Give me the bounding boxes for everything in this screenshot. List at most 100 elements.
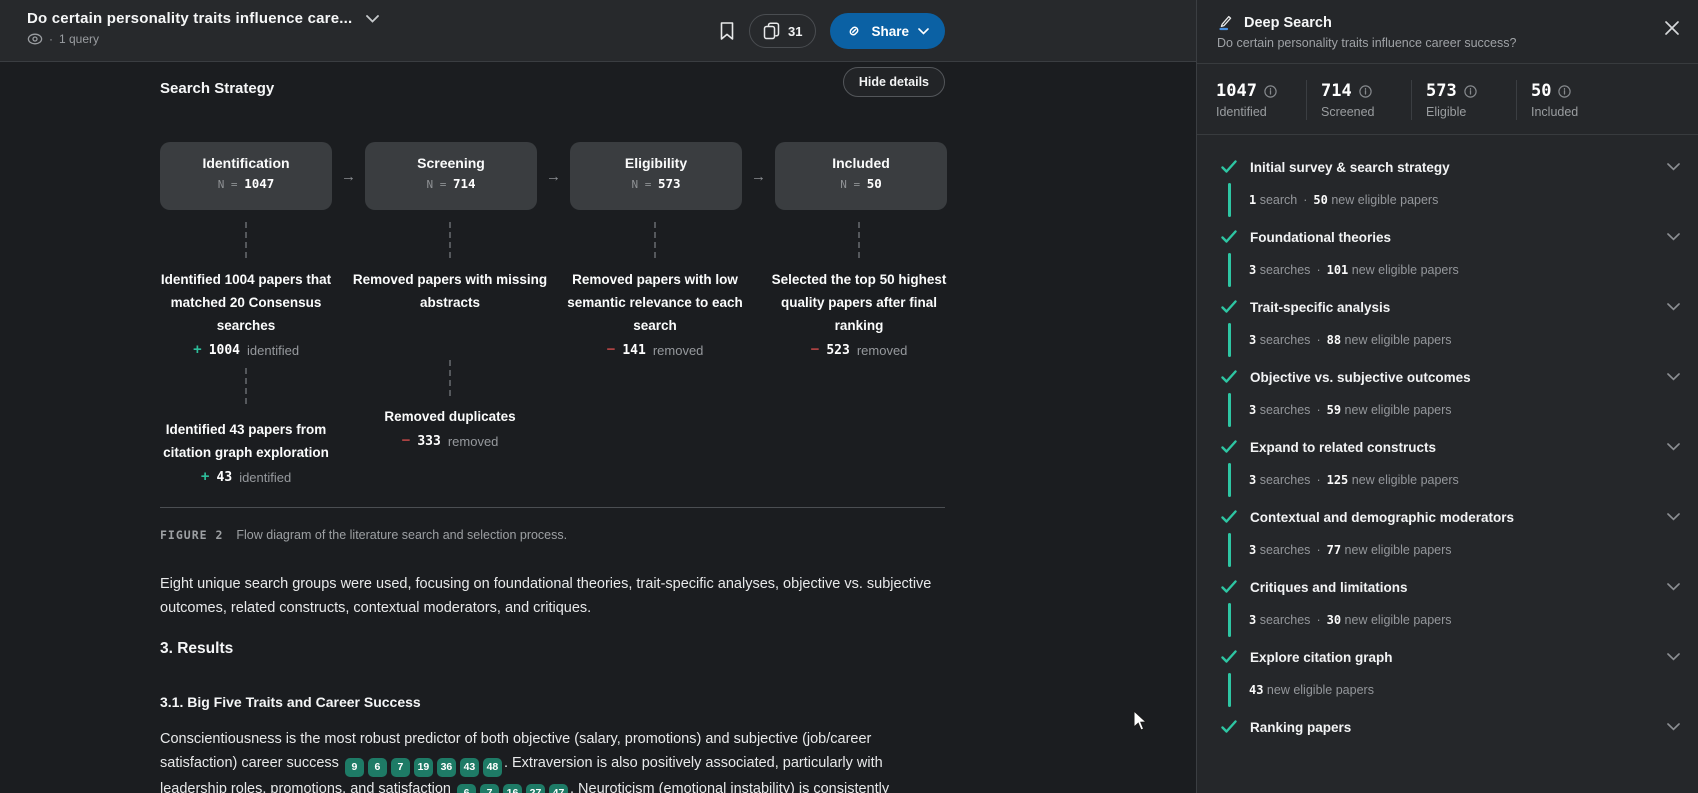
citation-badge[interactable]: 16 — [503, 784, 522, 793]
thread-title-dropdown[interactable]: Do certain personality traits influence … — [27, 10, 380, 27]
citation-badge[interactable]: 27 — [526, 784, 545, 793]
note-count: 43 — [216, 469, 233, 485]
prisma-flow-diagram: Identification N = 1047 → Screening N = … — [160, 142, 947, 210]
search-steps-list: Initial survey & search strategy 1 search… — [1197, 135, 1698, 737]
hide-details-button[interactable]: Hide details — [842, 67, 945, 97]
citation-badge[interactable]: 43 — [459, 758, 479, 777]
citation-badge[interactable]: 47 — [549, 784, 568, 793]
citation-badge[interactable]: 9 — [344, 758, 364, 777]
note-suffix: removed — [447, 433, 499, 449]
step-summary: 1 search · 50 new eligible papers — [1249, 193, 1439, 207]
dashed-connector — [449, 222, 451, 258]
info-icon[interactable] — [1359, 84, 1372, 98]
results-heading: 3. Results — [160, 640, 234, 657]
stage-n: 50 — [866, 176, 882, 191]
stat-label: Screened — [1321, 105, 1375, 119]
step-header[interactable]: Ranking papers — [1221, 717, 1680, 737]
step-summary: 3 searches · 59 new eligible papers — [1249, 403, 1452, 417]
stage-n: 573 — [657, 176, 681, 191]
deep-search-query: Do certain personality traits influence … — [1217, 36, 1517, 50]
citation-badge[interactable]: 7 — [390, 758, 410, 777]
stat-eligible: 573 Eligible — [1426, 81, 1512, 119]
report-document: Search Strategy Hide details Identificat… — [0, 62, 1196, 793]
figure-divider — [160, 507, 945, 508]
subsection-heading: 3.1. Big Five Traits and Career Success — [160, 694, 421, 710]
dashed-connector — [449, 360, 451, 396]
dashed-connector — [654, 222, 656, 258]
deep-search-header: Deep Search Do certain personality trait… — [1197, 0, 1698, 64]
n-prefix: N = — [840, 178, 861, 191]
stat-identified: 1047 Identified — [1216, 81, 1302, 119]
timeline-bar — [1228, 673, 1231, 707]
note-count: 523 — [826, 342, 850, 358]
flow-note-semantic-relevance: Removed papers with low semantic relevan… — [557, 268, 753, 359]
step-header[interactable]: Critiques and limitations — [1221, 577, 1680, 597]
step-header[interactable]: Contextual and demographic moderators — [1221, 507, 1680, 527]
timeline-bar — [1228, 463, 1231, 497]
step-title: Initial survey & search strategy — [1250, 159, 1450, 175]
chevron-down-icon[interactable] — [1667, 303, 1680, 311]
dashed-connector — [245, 222, 247, 258]
step-title: Foundational theories — [1250, 229, 1392, 245]
methods-paragraph: Eight unique search groups were used, fo… — [160, 576, 932, 616]
dashed-connector — [245, 368, 247, 404]
info-icon[interactable] — [1558, 84, 1572, 98]
chevron-down-icon[interactable] — [1667, 163, 1680, 171]
stat-included: 50 Included — [1531, 81, 1617, 119]
main-header: Do certain personality traits influence … — [0, 0, 1196, 62]
bookmark-button[interactable] — [719, 21, 735, 41]
stat-value: 714 — [1321, 81, 1352, 101]
chevron-down-icon[interactable] — [1667, 233, 1680, 241]
step-header[interactable]: Trait-specific analysis — [1221, 297, 1680, 317]
citation-badge[interactable]: 36 — [436, 758, 456, 777]
info-icon[interactable] — [1464, 84, 1477, 98]
n-prefix: N = — [631, 178, 652, 191]
step-detail: 1 search · 50 new eligible papers — [1228, 183, 1680, 217]
timeline-bar — [1228, 603, 1231, 637]
citation-badge[interactable]: 6 — [457, 784, 476, 793]
flow-note-missing-abstracts: Removed papers with missing abstracts — [352, 268, 548, 314]
info-icon[interactable] — [1264, 84, 1277, 98]
chevron-down-icon[interactable] — [1667, 653, 1680, 661]
query-count: · 1 query — [27, 32, 379, 46]
bookmark-icon — [720, 22, 734, 40]
close-icon — [1665, 21, 1679, 35]
figure-label: FIGURE 2 — [160, 528, 224, 542]
citation-badge[interactable]: 19 — [413, 758, 433, 777]
step-header[interactable]: Objective vs. subjective outcomes — [1221, 367, 1680, 387]
chevron-down-icon[interactable] — [1667, 723, 1680, 731]
dot-separator: · — [49, 32, 53, 46]
citation-badge[interactable]: 6 — [367, 758, 387, 777]
search-step-item: Explore citation graph 43 new eligible pa… — [1221, 647, 1680, 707]
step-header[interactable]: Foundational theories — [1221, 227, 1680, 247]
search-step-item: Trait-specific analysis 3 searches · 88 new… — [1221, 297, 1680, 357]
stage-title: Eligibility — [624, 155, 688, 171]
share-button[interactable]: Share — [830, 13, 945, 49]
chevron-down-icon[interactable] — [1667, 373, 1680, 381]
search-step-item: Foundational theories 3 searches · 101 new … — [1221, 227, 1680, 287]
step-header[interactable]: Explore citation graph — [1221, 647, 1680, 667]
copies-button[interactable]: 31 — [749, 14, 817, 48]
chevron-down-icon[interactable] — [1667, 443, 1680, 451]
citation-badge[interactable]: 48 — [482, 758, 502, 777]
step-header[interactable]: Expand to related constructs — [1221, 437, 1680, 457]
close-button[interactable] — [1664, 20, 1680, 39]
stage-title: Included — [832, 155, 890, 171]
chevron-down-icon[interactable] — [1667, 583, 1680, 591]
citation-badge[interactable]: 7 — [480, 784, 499, 793]
step-summary: 3 searches · 88 new eligible papers — [1249, 333, 1452, 347]
step-summary: 3 searches · 77 new eligible papers — [1249, 543, 1452, 557]
link-icon — [850, 26, 859, 36]
stage-identification: Identification N = 1047 — [160, 142, 332, 210]
n-prefix: N = — [426, 178, 447, 191]
stat-value: 1047 — [1216, 81, 1257, 101]
chevron-down-icon[interactable] — [1667, 513, 1680, 521]
chevron-down-icon — [918, 27, 929, 35]
step-title: Trait-specific analysis — [1250, 299, 1391, 315]
step-header[interactable]: Initial survey & search strategy — [1221, 157, 1680, 177]
n-prefix: N = — [217, 178, 238, 191]
note-suffix: removed — [856, 342, 908, 358]
check-icon — [1221, 650, 1237, 663]
check-icon — [1221, 300, 1237, 313]
check-icon — [1221, 580, 1237, 593]
